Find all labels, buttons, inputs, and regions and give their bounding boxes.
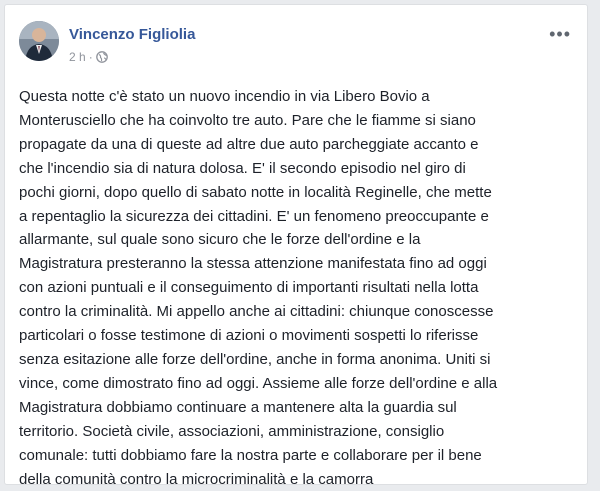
post-text-line: che l'incendio sia di natura dolosa. E' … — [19, 159, 466, 177]
avatar-image — [19, 21, 59, 61]
post-text: Questa notte c'è stato un nuovo incendio… — [19, 85, 575, 491]
more-options-icon[interactable]: ••• — [549, 25, 571, 43]
globe-icon[interactable] — [95, 51, 108, 63]
meta-separator: · — [88, 50, 93, 64]
post-text-line: particolari o fosse testimone di azioni … — [19, 327, 479, 345]
post-text-line: Magistratura presteranno la stessa atten… — [19, 255, 487, 273]
post-text-line: propagate da una di queste ad altre due … — [19, 135, 479, 153]
post-text-line: vince, come dimostrato fino ad oggi. Ass… — [19, 374, 498, 392]
post-text-line: senza esitazione alle forze dell'ordine,… — [19, 350, 491, 368]
post-text-line: con azioni puntuali e il conseguimento d… — [19, 279, 479, 297]
post-meta: 2 h · — [69, 50, 108, 64]
post-text-line: Questa notte c'è stato un nuovo incendio… — [19, 88, 430, 105]
post-card: Vincenzo Figliolia 2 h · ••• Questa nott… — [4, 4, 588, 488]
post-text-line: allarmante, sul quale sono sicuro che le… — [19, 231, 421, 249]
post-text-line: Magistratura dobbiamo continuare a mante… — [19, 398, 457, 416]
post-text-line: a repentaglio la sicurezza dei cittadini… — [19, 207, 489, 225]
post-text-line: pochi giorni, dopo quello di sabato nott… — [19, 183, 492, 201]
post-text-line: contro la criminalità. Mi appello anche … — [19, 303, 494, 321]
author-name[interactable]: Vincenzo Figliolia — [69, 26, 195, 44]
post-text-line: territorio. Società civile, associazioni… — [19, 422, 445, 440]
post-header: Vincenzo Figliolia 2 h · ••• — [19, 17, 573, 71]
post-time[interactable]: 2 h — [69, 50, 86, 64]
post-text-line: Monterusciello che ha coinvolto tre auto… — [19, 111, 476, 129]
post-text-line: della comunità contro la microcriminalit… — [19, 470, 374, 488]
post-text-line: comunale: tutti dobbiamo fare la nostra … — [19, 446, 482, 464]
avatar[interactable] — [19, 21, 59, 61]
